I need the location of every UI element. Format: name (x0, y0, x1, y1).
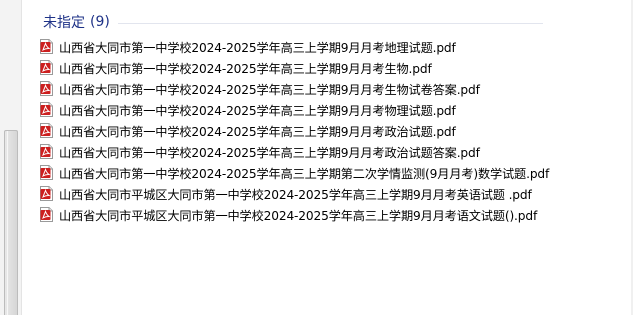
file-item[interactable]: 山西省大同市平城区大同市第一中学校2024-2025学年高三上学期9月月考英语试… (37, 183, 549, 204)
pdf-icon (40, 102, 53, 117)
group-divider (117, 22, 543, 24)
file-name: 山西省大同市第一中学校2024-2025学年高三上学期9月月考物理试题.pdf (59, 103, 456, 118)
left-scroll-strip (0, 0, 22, 315)
file-name: 山西省大同市第一中学校2024-2025学年高三上学期9月月考生物.pdf (59, 61, 432, 76)
pdf-icon (40, 186, 53, 201)
file-item[interactable]: 山西省大同市第一中学校2024-2025学年高三上学期9月月考政治试题答案.pd… (37, 141, 549, 162)
file-item[interactable]: 山西省大同市第一中学校2024-2025学年高三上学期9月月考政治试题.pdf (37, 120, 549, 141)
file-item[interactable]: 山西省大同市第一中学校2024-2025学年高三上学期第二次学情监测(9月月考)… (37, 162, 549, 183)
file-item[interactable]: 山西省大同市第一中学校2024-2025学年高三上学期9月月考生物.pdf (37, 57, 549, 78)
file-list: 山西省大同市第一中学校2024-2025学年高三上学期9月月考地理试题.pdf … (37, 36, 549, 225)
vertical-scrollbar-thumb[interactable] (4, 130, 18, 315)
file-item[interactable]: 山西省大同市第一中学校2024-2025学年高三上学期9月月考生物试卷答案.pd… (37, 78, 549, 99)
file-name: 山西省大同市第一中学校2024-2025学年高三上学期9月月考地理试题.pdf (59, 40, 456, 55)
file-name: 山西省大同市第一中学校2024-2025学年高三上学期9月月考生物试卷答案.pd… (59, 82, 480, 97)
group-title: 未指定 (43, 15, 85, 31)
group-header[interactable]: 未指定 (9) (43, 10, 543, 34)
pdf-icon (40, 60, 53, 75)
file-item[interactable]: 山西省大同市第一中学校2024-2025学年高三上学期9月月考地理试题.pdf (37, 36, 549, 57)
group-count: (9) (90, 14, 110, 30)
pdf-icon (40, 39, 53, 54)
pdf-icon (40, 123, 53, 138)
pdf-icon (40, 81, 53, 96)
pdf-icon (40, 207, 53, 222)
file-name: 山西省大同市第一中学校2024-2025学年高三上学期第二次学情监测(9月月考)… (59, 166, 550, 181)
file-name: 山西省大同市第一中学校2024-2025学年高三上学期9月月考政治试题答案.pd… (59, 145, 480, 160)
file-name: 山西省大同市平城区大同市第一中学校2024-2025学年高三上学期9月月考语文试… (59, 208, 538, 223)
file-name: 山西省大同市平城区大同市第一中学校2024-2025学年高三上学期9月月考英语试… (59, 187, 532, 202)
file-name: 山西省大同市第一中学校2024-2025学年高三上学期9月月考政治试题.pdf (59, 124, 456, 139)
file-item[interactable]: 山西省大同市第一中学校2024-2025学年高三上学期9月月考物理试题.pdf (37, 99, 549, 120)
pdf-icon (40, 144, 53, 159)
file-item[interactable]: 山西省大同市平城区大同市第一中学校2024-2025学年高三上学期9月月考语文试… (37, 204, 549, 225)
pdf-icon (40, 165, 53, 180)
